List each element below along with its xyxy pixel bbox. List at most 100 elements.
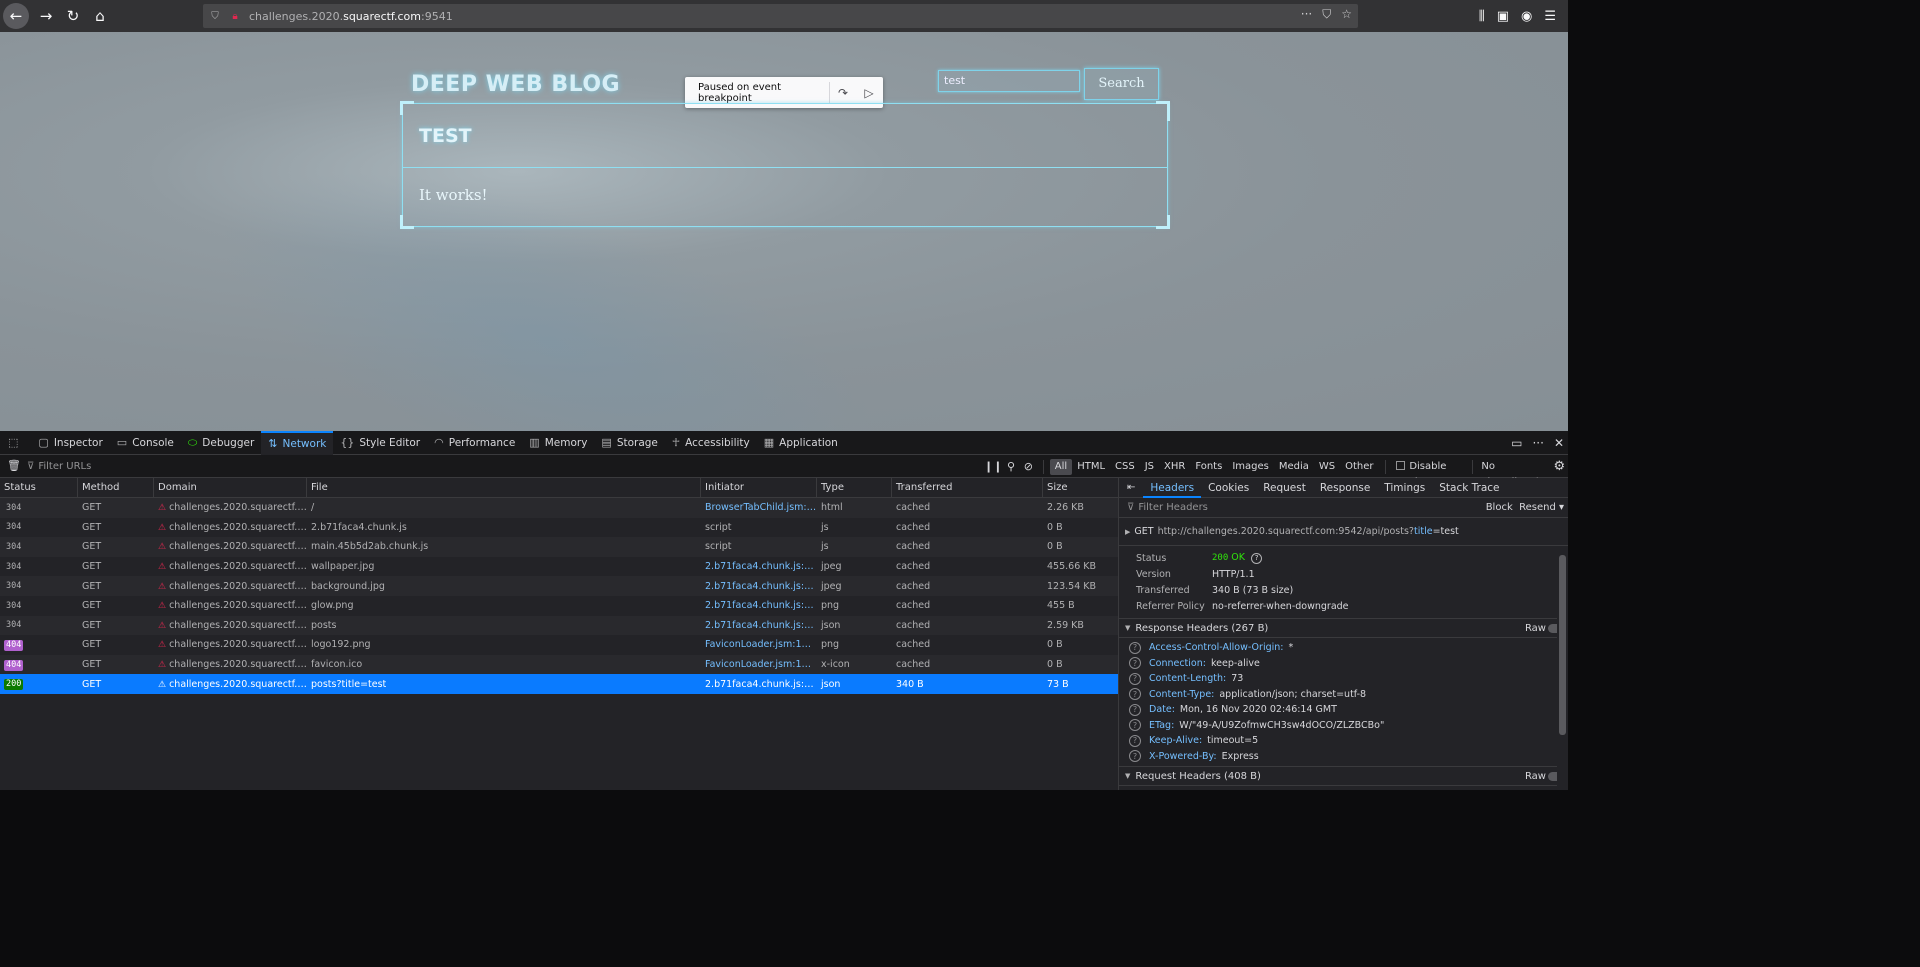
library-icon[interactable]: ⫼ — [1479, 9, 1485, 24]
help-icon[interactable]: ? — [1129, 750, 1141, 763]
request-summary-line[interactable]: ▶ GET http://challenges.2020.squarectf.c… — [1119, 518, 1568, 546]
tab-inspector[interactable]: ▢ Inspector — [31, 431, 109, 455]
search-button[interactable]: Search — [1084, 68, 1159, 100]
insecure-connection-icon[interactable]: 🔒︎ — [227, 11, 243, 22]
response-header-row[interactable]: ? Connection: keep-alive — [1119, 656, 1568, 672]
bookmark-star-icon[interactable]: ☆ — [1341, 7, 1352, 22]
response-headers-toggle[interactable]: ▼ Response Headers (267 B) Raw — [1119, 618, 1568, 638]
column-type[interactable]: Type — [817, 478, 892, 497]
filter-js[interactable]: JS — [1140, 459, 1159, 475]
initiator-cell[interactable]: 2.b71faca4.chunk.js:2 (i... — [701, 561, 817, 572]
response-header-row[interactable]: ? Keep-Alive: timeout=5 — [1119, 733, 1568, 749]
tab-accessibility[interactable]: ☥ Accessibility — [665, 431, 757, 455]
more-options-icon[interactable]: ··· — [1532, 436, 1543, 450]
initiator-cell[interactable]: 2.b71faca4.chunk.js:2 (i... — [701, 581, 817, 592]
page-actions-icon[interactable]: ··· — [1301, 7, 1312, 22]
tab-performance[interactable]: ◠ Performance — [427, 431, 522, 455]
home-button[interactable]: ⌂ — [87, 3, 113, 29]
pocket-icon[interactable]: ⛉ — [1322, 7, 1331, 22]
table-row[interactable]: 304 GET ⚠ challenges.2020.squarectf.co... 2.… — [0, 518, 1118, 538]
tab-headers[interactable]: Headers — [1143, 478, 1202, 498]
url-text[interactable]: challenges.2020.squarectf.com:9541 — [249, 10, 453, 23]
help-icon[interactable]: ? — [1129, 703, 1141, 716]
table-row[interactable]: 304 GET ⚠ challenges.2020.squarectf.co... po… — [0, 615, 1118, 636]
disable-cache-checkbox[interactable]: Disable Cache — [1391, 459, 1467, 488]
table-row[interactable]: 304 GET ⚠ challenges.2020.squarectf.co... / B… — [0, 498, 1118, 518]
tab-console[interactable]: ▭ Console — [110, 431, 181, 455]
table-row[interactable]: 304 GET ⚠ challenges.2020.squarectf.co... ma… — [0, 537, 1118, 557]
tab-network[interactable]: ⇅ Network — [261, 430, 334, 455]
reload-button[interactable]: ↻ — [60, 3, 86, 29]
pause-icon[interactable]: ❙❙ — [984, 460, 1002, 473]
tab-timings[interactable]: Timings — [1377, 478, 1432, 498]
help-icon[interactable]: ? — [1251, 553, 1263, 564]
filter-ws[interactable]: WS — [1314, 459, 1340, 475]
filter-media[interactable]: Media — [1274, 459, 1314, 475]
table-row[interactable]: 404 GET ⚠ challenges.2020.squarectf.co... lo… — [0, 635, 1118, 655]
tab-request[interactable]: Request — [1256, 478, 1313, 498]
column-file[interactable]: File — [307, 478, 701, 497]
forward-button[interactable]: → — [33, 3, 59, 29]
block-button[interactable]: Block — [1486, 502, 1513, 513]
response-header-row[interactable]: ? Content-Type: application/json; charset=… — [1119, 687, 1568, 703]
help-icon[interactable]: ? — [1129, 641, 1141, 654]
help-icon[interactable]: ? — [1129, 657, 1141, 670]
column-initiator[interactable]: Initiator — [701, 478, 817, 497]
filter-html[interactable]: HTML — [1072, 459, 1110, 475]
filter-fonts[interactable]: Fonts — [1190, 459, 1227, 475]
tracking-protection-icon[interactable]: ⛉ — [207, 11, 223, 22]
tab-memory[interactable]: ▥ Memory — [522, 431, 594, 455]
request-headers-toggle[interactable]: ▼ Request Headers (408 B) Raw — [1119, 766, 1568, 786]
filter-all[interactable]: All — [1049, 458, 1073, 475]
filter-headers-input[interactable]: ⊽ Filter Headers Block Resend ▾ — [1119, 498, 1568, 518]
filter-xhr[interactable]: XHR — [1159, 459, 1190, 475]
filter-other[interactable]: Other — [1340, 459, 1378, 475]
toggle-panel-icon[interactable]: ⇤ — [1119, 482, 1143, 493]
search-icon[interactable]: ⚲ — [1002, 460, 1019, 473]
tab-cookies[interactable]: Cookies — [1201, 478, 1256, 498]
search-input[interactable]: test — [938, 70, 1080, 92]
initiator-cell[interactable]: 2.b71faca4.chunk.js:2 (x... — [701, 620, 817, 631]
response-header-row[interactable]: ? Access-Control-Allow-Origin: * — [1119, 640, 1568, 656]
table-row[interactable]: 304 GET ⚠ challenges.2020.squarectf.co... ba… — [0, 576, 1118, 596]
tab-storage[interactable]: ▤ Storage — [594, 431, 665, 455]
resend-button[interactable]: Resend ▾ — [1519, 502, 1564, 513]
response-header-row[interactable]: ? Date: Mon, 16 Nov 2020 02:46:14 GMT — [1119, 702, 1568, 718]
sidebar-icon[interactable]: ▣ — [1497, 9, 1509, 24]
element-picker-button[interactable]: ⬚ — [0, 431, 31, 455]
help-icon[interactable]: ? — [1129, 672, 1141, 685]
response-header-row[interactable]: ? X-Powered-By: Express — [1119, 749, 1568, 765]
account-icon[interactable]: ◉ — [1521, 9, 1532, 24]
blog-title[interactable]: DEEP WEB BLOG — [411, 72, 620, 97]
menu-icon[interactable]: ☰ — [1544, 9, 1556, 24]
close-devtools-icon[interactable]: ✕ — [1554, 436, 1564, 450]
column-method[interactable]: Method — [78, 478, 154, 497]
table-row[interactable]: 304 GET ⚠ challenges.2020.squarectf.co... gl… — [0, 596, 1118, 616]
column-transferred[interactable]: Transferred — [892, 478, 1043, 497]
tab-response[interactable]: Response — [1313, 478, 1377, 498]
table-row[interactable]: 304 GET ⚠ challenges.2020.squarectf.co... wa… — [0, 557, 1118, 577]
resume-icon[interactable]: ▷ — [856, 86, 882, 100]
response-header-row[interactable]: ? ETag: W/"49-A/U9ZofmwCH3sw4dOCO/ZLZBCBo" — [1119, 718, 1568, 734]
filter-images[interactable]: Images — [1227, 459, 1274, 475]
settings-gear-icon[interactable]: ⚙ — [1551, 459, 1568, 474]
block-icon[interactable]: ⊘ — [1020, 460, 1037, 473]
filter-css[interactable]: CSS — [1110, 459, 1140, 475]
tab-application[interactable]: ▦ Application — [757, 431, 845, 455]
scrollbar-thumb[interactable] — [1559, 555, 1566, 735]
initiator-cell[interactable]: FaviconLoader.jsm:179 (i... — [701, 659, 817, 670]
clear-requests-icon[interactable]: 🗑︎ — [7, 459, 21, 472]
initiator-cell[interactable]: BrowserTabChild.jsm:10... — [701, 502, 817, 513]
help-icon[interactable]: ? — [1129, 734, 1141, 747]
help-icon[interactable]: ? — [1129, 688, 1141, 701]
response-header-row[interactable]: ? Content-Length: 73 — [1119, 671, 1568, 687]
help-icon[interactable]: ? — [1129, 719, 1141, 732]
initiator-cell[interactable]: 2.b71faca4.chunk.js:2 (x... — [701, 679, 817, 690]
back-button[interactable]: ← — [3, 3, 29, 29]
column-domain[interactable]: Domain — [154, 478, 307, 497]
dock-icon[interactable]: ▭ — [1511, 436, 1522, 450]
url-bar[interactable]: ⛉ 🔒︎ challenges.2020.squarectf.com:9541 … — [203, 4, 1358, 28]
table-row[interactable]: 404 GET ⚠ challenges.2020.squarectf.co... fa… — [0, 654, 1118, 675]
step-over-icon[interactable]: ↷ — [830, 86, 856, 100]
tab-stack-trace[interactable]: Stack Trace — [1432, 478, 1506, 498]
